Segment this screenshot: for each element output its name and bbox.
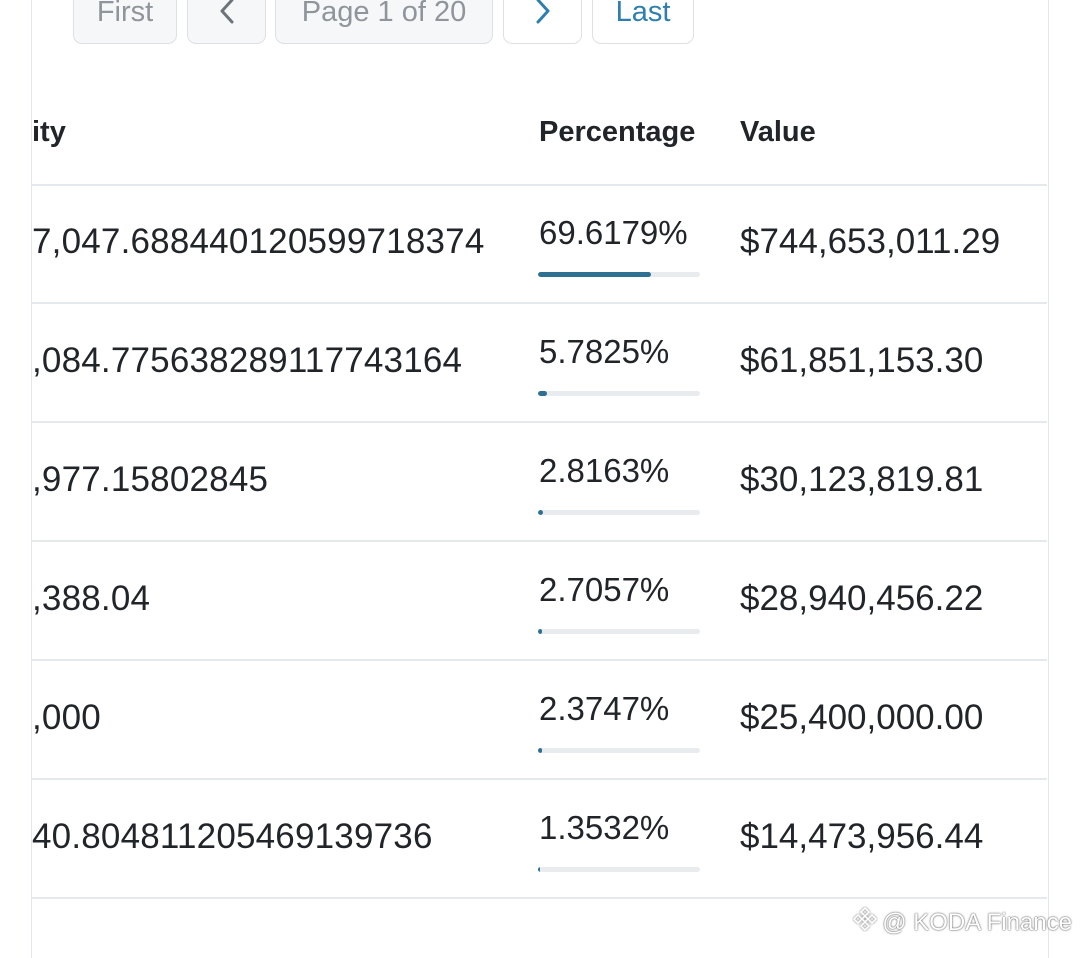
percentage-bar xyxy=(538,748,700,753)
page-indicator: Page 1 of 20 xyxy=(275,0,493,44)
last-page-button[interactable]: Last xyxy=(592,0,694,44)
value-cell: $25,400,000.00 xyxy=(740,698,984,737)
quantity-cell: ,000 xyxy=(32,698,101,737)
table-row: ,977.15802845 2.8163% $30,123,819.81 xyxy=(32,422,1047,542)
watermark: @ KODA Finance xyxy=(852,906,1072,939)
pagination: First Page 1 of 20 Last xyxy=(0,0,1080,50)
watermark-text: @ KODA Finance xyxy=(882,908,1072,936)
chevron-right-icon xyxy=(534,0,552,27)
quantity-cell: 40.804811205469139736 xyxy=(32,817,433,856)
quantity-cell: ,084.775638289117743164 xyxy=(32,341,463,380)
column-header-value[interactable]: Value xyxy=(740,116,816,149)
table-row: ,000 2.3747% $25,400,000.00 xyxy=(32,660,1047,780)
table-row: 40.804811205469139736 1.3532% $14,473,95… xyxy=(32,779,1047,899)
percentage-cell: 2.8163% xyxy=(539,452,670,489)
table-row: ,388.04 2.7057% $28,940,456.22 xyxy=(32,541,1047,661)
quantity-cell: ,388.04 xyxy=(32,579,151,618)
previous-page-button[interactable] xyxy=(187,0,266,44)
percentage-bar xyxy=(538,391,700,396)
table-header: ity Percentage Value xyxy=(32,104,1047,186)
value-cell: $14,473,956.44 xyxy=(740,817,984,856)
percentage-bar-fill xyxy=(538,510,543,515)
percentage-cell: 69.6179% xyxy=(539,214,688,251)
percentage-cell: 1.3532% xyxy=(539,809,670,846)
percentage-bar-fill xyxy=(538,867,541,872)
first-page-button[interactable]: First xyxy=(73,0,177,44)
percentage-bar-fill xyxy=(538,272,651,277)
page-indicator-label: Page 1 of 20 xyxy=(301,0,467,28)
value-cell: $61,851,153.30 xyxy=(740,341,984,380)
table-row: 7,047.688440120599718374 69.6179% $744,6… xyxy=(32,184,1047,304)
table-row: ,084.775638289117743164 5.7825% $61,851,… xyxy=(32,303,1047,423)
percentage-cell: 2.3747% xyxy=(539,690,670,727)
percentage-cell: 2.7057% xyxy=(539,571,670,608)
column-header-quantity[interactable]: ity xyxy=(32,116,66,149)
value-cell: $30,123,819.81 xyxy=(740,460,984,499)
column-header-percentage[interactable]: Percentage xyxy=(539,116,695,149)
value-cell: $744,653,011.29 xyxy=(740,222,1001,261)
percentage-bar xyxy=(538,867,700,872)
next-page-button[interactable] xyxy=(503,0,582,44)
percentage-bar xyxy=(538,510,700,515)
last-page-label: Last xyxy=(615,0,671,28)
percentage-bar xyxy=(538,272,700,277)
first-page-label: First xyxy=(96,0,154,28)
binance-logo-icon xyxy=(852,906,878,939)
value-cell: $28,940,456.22 xyxy=(740,579,984,618)
quantity-cell: ,977.15802845 xyxy=(32,460,269,499)
quantity-cell: 7,047.688440120599718374 xyxy=(32,222,485,261)
chevron-left-icon xyxy=(218,0,236,27)
percentage-cell: 5.7825% xyxy=(539,333,670,370)
percentage-bar-fill xyxy=(538,391,548,396)
percentage-bar-fill xyxy=(538,629,543,634)
percentage-bar xyxy=(538,629,700,634)
percentage-bar-fill xyxy=(538,748,542,753)
